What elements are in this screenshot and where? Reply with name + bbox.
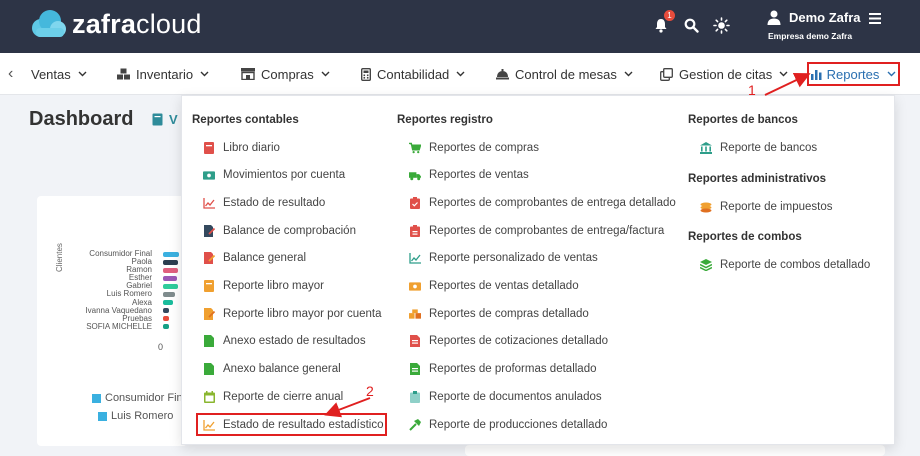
annotation-arrow-1	[764, 72, 811, 96]
annotation-step-1: 1	[748, 82, 756, 98]
annotation-arrow-2	[324, 397, 371, 418]
annotation-step-2: 2	[366, 383, 374, 399]
annotation-arrows	[324, 72, 811, 418]
